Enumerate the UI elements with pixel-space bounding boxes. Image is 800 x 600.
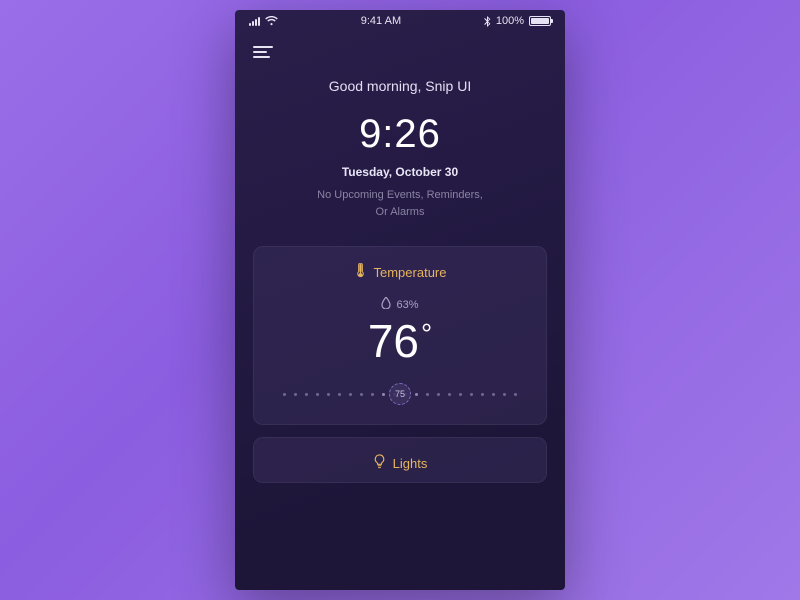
temperature-value: 76: [368, 314, 419, 368]
lights-card-title: Lights: [272, 454, 528, 472]
slider-thumb[interactable]: 75: [389, 383, 411, 405]
degree-symbol: °: [421, 318, 432, 368]
header: Good morning, Snip UI 9:26 Tuesday, Octo…: [235, 72, 565, 246]
thermometer-icon: [354, 263, 367, 281]
temperature-label: Temperature: [374, 265, 447, 280]
humidity-value: 63%: [396, 299, 418, 311]
events-summary: No Upcoming Events, Reminders, Or Alarms: [310, 187, 490, 220]
nav-bar: [235, 32, 565, 72]
lightbulb-icon: [373, 454, 386, 472]
droplet-icon: [381, 297, 391, 312]
battery-percentage: 100%: [496, 15, 524, 27]
cards-container: Temperature 63% 76 ° 75: [235, 246, 565, 483]
phone-frame: 9:41 AM 100% Good morning, Snip UI 9:26 …: [235, 10, 565, 590]
temperature-slider[interactable]: 75: [272, 382, 528, 406]
battery-icon: [529, 16, 551, 26]
lights-card[interactable]: Lights: [253, 437, 547, 483]
status-time: 9:41 AM: [361, 15, 401, 27]
menu-icon[interactable]: [253, 46, 273, 58]
clock-time: 9:26: [255, 112, 545, 157]
lights-label: Lights: [393, 456, 428, 471]
date-text: Tuesday, October 30: [255, 165, 545, 179]
temperature-card[interactable]: Temperature 63% 76 ° 75: [253, 246, 547, 425]
temperature-value-row: 76 °: [272, 314, 528, 368]
greeting-text: Good morning, Snip UI: [255, 78, 545, 94]
temperature-card-title: Temperature: [272, 263, 528, 281]
slider-value: 75: [395, 389, 405, 399]
status-left: [249, 16, 278, 26]
humidity-row: 63%: [272, 297, 528, 312]
events-line1: No Upcoming Events, Reminders,: [317, 189, 483, 201]
signal-icon: [249, 17, 260, 26]
status-bar: 9:41 AM 100%: [235, 10, 565, 32]
status-right: 100%: [484, 15, 551, 27]
wifi-icon: [265, 16, 278, 26]
events-line2: Or Alarms: [376, 206, 425, 218]
bluetooth-icon: [484, 16, 491, 27]
